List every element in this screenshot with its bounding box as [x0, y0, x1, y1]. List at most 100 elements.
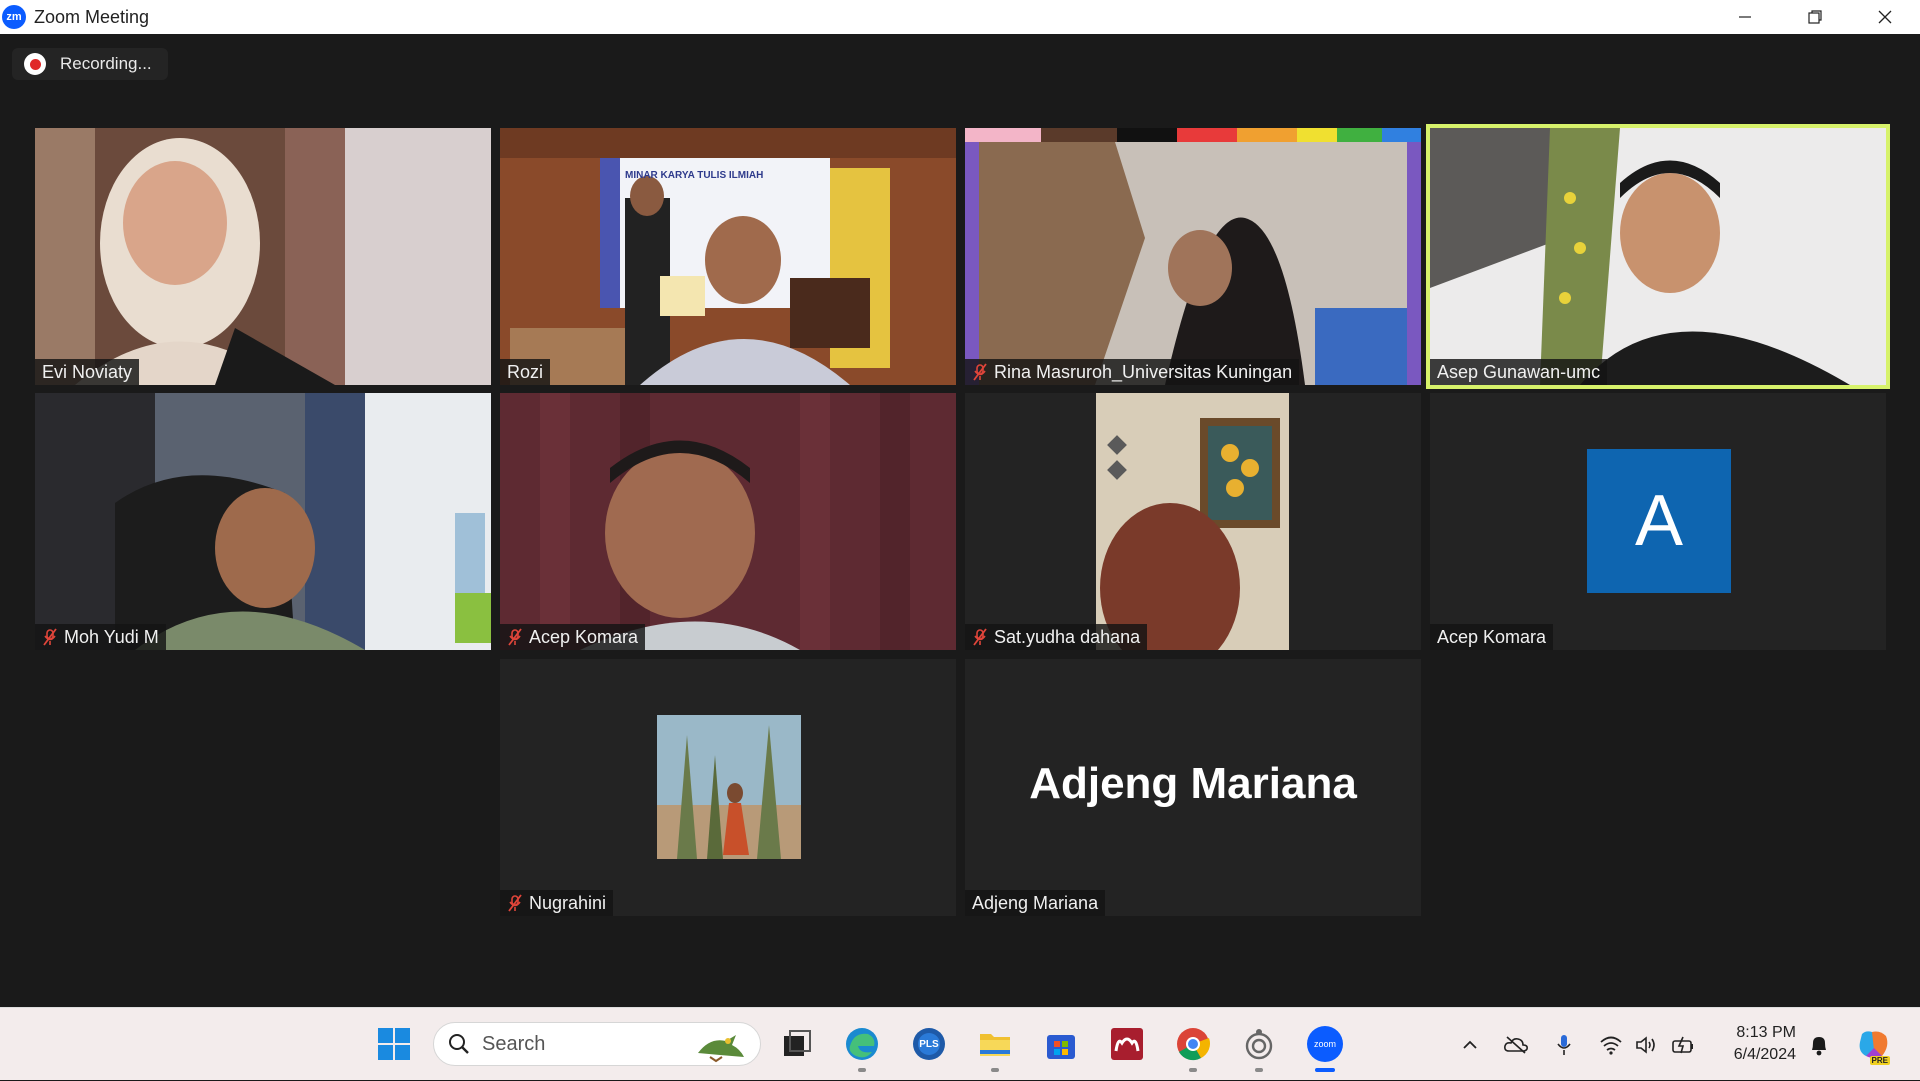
store-icon — [1047, 1035, 1075, 1059]
participant-name-tag: Moh Yudi M — [35, 624, 166, 650]
window-title: Zoom Meeting — [34, 6, 150, 27]
start-button[interactable] — [374, 1024, 414, 1064]
participant-name-tag: Nugrahini — [500, 890, 614, 916]
zoom-app-label: zoom — [1313, 1039, 1336, 1049]
microphone-icon — [1557, 1034, 1571, 1055]
taskbar-chrome[interactable] — [1173, 1024, 1213, 1072]
participant-name: Moh Yudi M — [64, 626, 159, 647]
participant-name: Adjeng Mariana — [972, 892, 1099, 913]
mic-muted-icon — [972, 363, 988, 381]
copilot-pre-label: PRE — [1869, 1056, 1890, 1065]
participant-tile[interactable]: MINAR KARYA TULIS ILMIAH Rozi — [500, 128, 956, 385]
participant-name: Evi Noviaty — [42, 361, 133, 382]
participant-name-tag: Acep Komara — [500, 624, 646, 650]
clock-date: 6/4/2024 — [1733, 1046, 1796, 1063]
participant-name: Nugrahini — [529, 892, 607, 913]
pls-app-label: PLS — [919, 1038, 939, 1050]
banner-title: MINAR KARYA TULIS ILMIAH — [625, 170, 764, 181]
participant-video — [965, 393, 1421, 650]
participant-video — [500, 128, 956, 385]
task-view-icon — [784, 1030, 811, 1056]
participant-name: Acep Komara — [1437, 626, 1547, 647]
clock-time: 8:13 PM — [1736, 1024, 1796, 1041]
avatar — [657, 715, 801, 859]
participant-name-tag: Sat.yudha dahana — [965, 624, 1148, 650]
tray-wifi[interactable] — [1594, 1008, 1628, 1081]
participant-video — [1430, 128, 1886, 385]
chevron-up-icon — [1463, 1040, 1477, 1049]
search-placeholder: Search — [482, 1032, 546, 1055]
meeting-area: Recording... Evi Noviaty MINAR KARYA TUL… — [0, 34, 1920, 1007]
participant-name: Sat.yudha dahana — [994, 626, 1141, 647]
participant-video — [35, 128, 491, 385]
participant-tile-active-speaker[interactable]: Asep Gunawan-umc — [1426, 124, 1890, 389]
search-highlight-bird-icon — [698, 1035, 744, 1063]
taskbar-clock[interactable]: 8:13 PM 6/4/2024 — [1716, 1022, 1796, 1066]
participant-name-tag: Rozi — [500, 359, 551, 385]
participant-tile[interactable]: Nugrahini — [500, 659, 956, 916]
mic-muted-icon — [972, 628, 988, 646]
close-button[interactable] — [1850, 0, 1920, 34]
participant-name: Rozi — [507, 361, 544, 382]
mic-muted-icon — [507, 894, 523, 912]
participant-tile[interactable]: Evi Noviaty — [35, 128, 491, 385]
participant-name: Rina Masruroh_Universitas Kuningan — [994, 361, 1293, 382]
participant-tile[interactable]: Moh Yudi M — [35, 393, 491, 650]
taskbar-app[interactable] — [1239, 1024, 1279, 1072]
participant-display-name: Adjeng Mariana — [1029, 759, 1357, 808]
wifi-icon — [1600, 1036, 1622, 1055]
mic-muted-icon — [42, 628, 58, 646]
participant-tile[interactable]: Sat.yudha dahana — [965, 393, 1421, 650]
minimize-button[interactable] — [1710, 0, 1780, 34]
restore-button[interactable] — [1780, 0, 1850, 34]
participant-name-tag: Evi Noviaty — [35, 359, 140, 385]
participant-tile[interactable]: A Acep Komara — [1430, 393, 1886, 650]
participant-name-tag: Rina Masruroh_Universitas Kuningan — [965, 359, 1300, 385]
zoom-logo-icon: zm — [2, 5, 26, 29]
participant-video — [35, 393, 491, 650]
circle-app-icon — [1245, 1029, 1273, 1060]
taskbar-task-view[interactable] — [777, 1024, 817, 1064]
battery-charging-icon — [1672, 1036, 1693, 1053]
taskbar-pls-app[interactable]: PLS — [909, 1024, 949, 1064]
tray-notifications[interactable] — [1802, 1008, 1836, 1081]
folder-icon — [980, 1034, 1010, 1056]
bell-icon — [1812, 1036, 1826, 1055]
cloud-offline-icon — [1504, 1035, 1528, 1054]
record-icon — [24, 53, 46, 75]
windows-start-icon — [378, 1028, 410, 1060]
recording-indicator[interactable]: Recording... — [12, 48, 168, 80]
taskbar-mendeley[interactable] — [1107, 1024, 1147, 1064]
participant-tile[interactable]: Adjeng Mariana Adjeng Mariana — [965, 659, 1421, 916]
mendeley-icon — [1111, 1028, 1143, 1060]
minimize-icon — [1739, 16, 1751, 18]
recording-label: Recording... — [60, 54, 152, 73]
chrome-browser-icon — [1177, 1028, 1211, 1061]
search-icon — [449, 1034, 469, 1054]
tray-onedrive[interactable] — [1498, 1008, 1534, 1081]
taskbar-microsoft-store[interactable] — [1041, 1024, 1081, 1064]
taskbar-zoom[interactable]: zoom — [1305, 1024, 1345, 1072]
participant-name-tag: Acep Komara — [1430, 624, 1554, 650]
tray-microphone[interactable] — [1546, 1008, 1582, 1081]
participant-video — [500, 393, 956, 650]
mic-muted-icon — [507, 628, 523, 646]
tray-battery[interactable] — [1666, 1008, 1700, 1081]
taskbar-edge[interactable] — [842, 1024, 882, 1072]
close-icon — [1878, 10, 1892, 24]
participant-tile[interactable]: Rina Masruroh_Universitas Kuningan — [965, 128, 1421, 385]
taskbar-search[interactable]: Search — [433, 1022, 761, 1066]
edge-browser-icon — [846, 1028, 878, 1060]
tray-copilot[interactable]: PRE — [1852, 1008, 1896, 1081]
restore-icon — [1808, 10, 1822, 24]
participant-tile[interactable]: Acep Komara — [500, 393, 956, 650]
participant-name-tag: Asep Gunawan-umc — [1430, 359, 1608, 385]
window-controls — [1710, 0, 1920, 34]
participant-name: Asep Gunawan-umc — [1437, 361, 1601, 382]
taskbar: Search PLS zoom 8:13 PM 6/4/2024 PRE — [0, 1007, 1920, 1080]
title-bar: zm Zoom Meeting — [0, 0, 1920, 34]
tray-volume[interactable] — [1630, 1008, 1664, 1081]
avatar-letter: A — [1587, 449, 1731, 593]
tray-show-hidden-button[interactable] — [1452, 1008, 1488, 1081]
taskbar-file-explorer[interactable] — [975, 1024, 1015, 1072]
